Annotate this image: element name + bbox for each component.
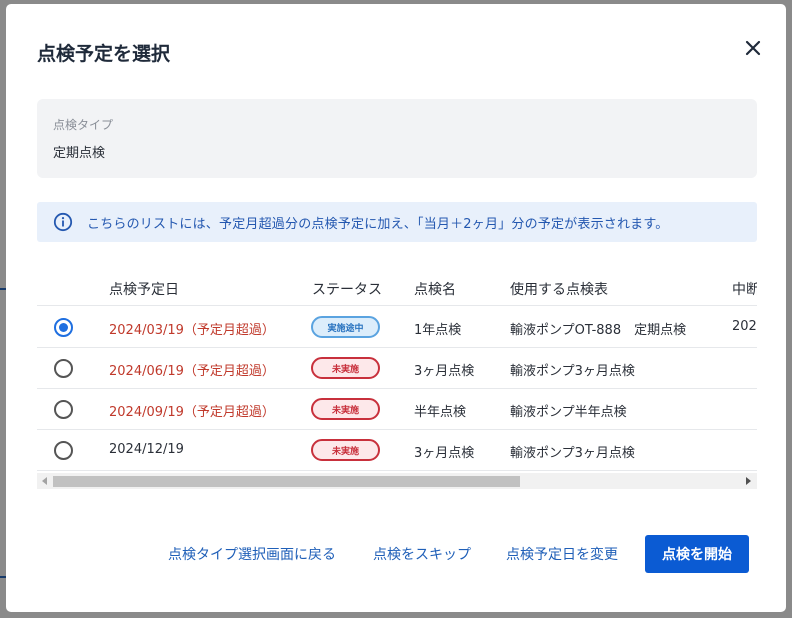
dialog-title: 点検予定を選択 bbox=[37, 43, 171, 65]
row-date: 2024/09/19（予定月超過） bbox=[109, 405, 275, 420]
info-banner: こちらのリストには、予定月超過分の点検予定に加え、「当月＋2ヶ月」分の予定が表示… bbox=[37, 202, 757, 242]
row-name: 3ヶ月点検 bbox=[414, 364, 475, 379]
schedule-table: 点検予定日 ステータス 点検名 使用する点検表 中断 2024/03/19（予定… bbox=[37, 266, 757, 491]
header-interrupted: 中断 bbox=[732, 282, 757, 298]
row-name: 3ヶ月点検 bbox=[414, 446, 475, 461]
row-date: 2024/06/19（予定月超過） bbox=[109, 364, 275, 379]
row-sheet: 輸液ポンプ3ヶ月点検 bbox=[510, 446, 635, 461]
table-row[interactable]: 2024/03/19（予定月超過） 実施途中 1年点検 輸液ポンプOT-888 … bbox=[37, 307, 757, 348]
table-header: 点検予定日 ステータス 点検名 使用する点検表 中断 bbox=[37, 266, 757, 306]
back-to-type-select-link[interactable]: 点検タイプ選択画面に戻る bbox=[168, 544, 336, 564]
header-status: ステータス bbox=[312, 282, 382, 298]
status-badge: 未実施 bbox=[311, 439, 380, 461]
status-badge: 未実施 bbox=[311, 357, 380, 379]
horizontal-scrollbar[interactable] bbox=[37, 473, 757, 489]
select-schedule-dialog: 点検予定を選択 点検タイプ 定期点検 こちらのリストには、予定月超過分の点検予定… bbox=[6, 4, 786, 612]
row-radio[interactable] bbox=[54, 318, 73, 337]
status-badge: 未実施 bbox=[311, 398, 380, 420]
inspection-type-value: 定期点検 bbox=[53, 146, 106, 161]
row-date: 2024/03/19（予定月超過） bbox=[109, 323, 275, 338]
row-interrupted: 202 bbox=[732, 319, 757, 334]
table-row[interactable]: 2024/09/19（予定月超過） 未実施 半年点検 輸液ポンプ半年点検 bbox=[37, 389, 757, 430]
row-radio[interactable] bbox=[54, 441, 73, 460]
inspection-type-box: 点検タイプ 定期点検 bbox=[37, 99, 757, 178]
row-date: 2024/12/19 bbox=[109, 442, 184, 457]
scroll-right-icon[interactable] bbox=[746, 477, 751, 485]
info-text: こちらのリストには、予定月超過分の点検予定に加え、「当月＋2ヶ月」分の予定が表示… bbox=[87, 216, 669, 232]
change-date-link[interactable]: 点検予定日を変更 bbox=[506, 544, 618, 564]
close-icon bbox=[745, 40, 761, 56]
row-radio[interactable] bbox=[54, 359, 73, 378]
row-sheet: 輸液ポンプ半年点検 bbox=[510, 405, 627, 420]
close-button[interactable] bbox=[741, 36, 765, 60]
inspection-type-label: 点検タイプ bbox=[53, 118, 114, 132]
row-name: 1年点検 bbox=[414, 323, 462, 338]
header-name: 点検名 bbox=[414, 282, 456, 298]
row-name: 半年点検 bbox=[414, 405, 467, 420]
start-inspection-button[interactable]: 点検を開始 bbox=[645, 535, 749, 573]
skip-inspection-link[interactable]: 点検をスキップ bbox=[373, 544, 471, 564]
row-radio[interactable] bbox=[54, 400, 73, 419]
scrollbar-thumb[interactable] bbox=[53, 476, 520, 487]
status-badge: 実施途中 bbox=[311, 316, 380, 338]
scroll-left-icon[interactable] bbox=[42, 477, 47, 485]
row-sheet: 輸液ポンプOT-888 定期点検 bbox=[510, 323, 687, 338]
row-sheet: 輸液ポンプ3ヶ月点検 bbox=[510, 364, 635, 379]
header-date: 点検予定日 bbox=[109, 282, 179, 298]
info-icon bbox=[53, 212, 73, 232]
header-sheet: 使用する点検表 bbox=[510, 282, 608, 298]
table-row[interactable]: 2024/12/19 未実施 3ヶ月点検 輸液ポンプ3ヶ月点検 bbox=[37, 430, 757, 471]
table-row[interactable]: 2024/06/19（予定月超過） 未実施 3ヶ月点検 輸液ポンプ3ヶ月点検 bbox=[37, 348, 757, 389]
